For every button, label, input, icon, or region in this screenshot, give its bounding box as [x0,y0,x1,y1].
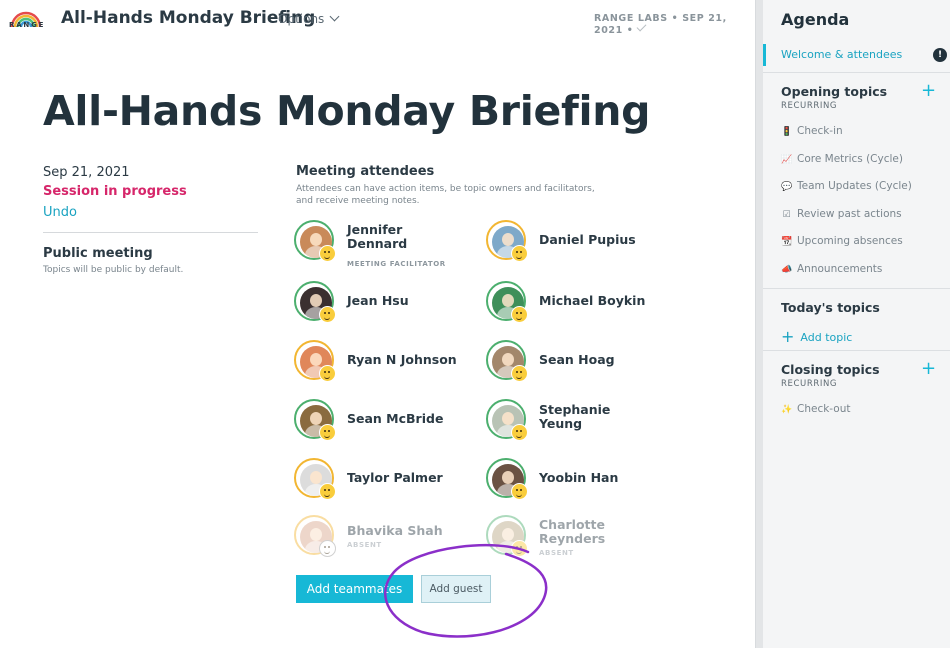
emoji-status-icon [319,365,336,382]
checkbox-icon: ☑ [782,210,791,220]
attendee-role: ABSENT [347,541,382,549]
agenda-item-absences[interactable]: 📆 Upcoming absences [781,235,903,247]
options-label: Options [278,12,325,26]
attendee-role: MEETING FACILITATOR [347,260,446,268]
logo-text: RANGE [9,21,46,29]
meeting-page: All-Hands Monday Briefing Sep 21, 2021 S… [0,42,755,648]
agenda-item-label: Announcements [797,263,883,275]
emoji-status-icon [319,483,336,500]
calendar-icon: 📆 [781,237,793,247]
add-closing-topic-icon[interactable]: + [921,360,936,378]
attendee-card[interactable]: Jennifer Dennard MEETING FACILITATOR [294,220,474,270]
agenda-title: Agenda [781,10,850,29]
attendee-card[interactable]: Stephanie Yeung [486,399,666,449]
attendee-card[interactable]: Taylor Palmer [294,458,474,508]
agenda-item-welcome[interactable]: Welcome & attendees [781,48,902,61]
speech-bubble-icon: 💬 [781,182,793,192]
todays-topics-title[interactable]: Today's topics [781,300,880,315]
attendee-card[interactable]: Charlotte Reynders ABSENT [486,515,666,565]
attendee-name: Ryan N Johnson [347,352,457,367]
megaphone-icon: 📣 [781,265,793,275]
recurring-label: RECURRING [781,379,838,389]
add-teammates-button[interactable]: Add teammates [296,575,413,603]
top-bar: RANGE All-Hands Monday Briefing Options … [0,0,755,42]
attendee-card[interactable]: Ryan N Johnson [294,340,474,390]
agenda-sidebar: Agenda Welcome & attendees ! Opening top… [763,0,950,648]
page-title: All-Hands Monday Briefing [43,87,651,135]
emoji-status-icon [319,424,336,441]
attendee-name: Michael Boykin [539,293,646,308]
plus-icon: + [781,327,795,346]
meeting-meta: RANGE LABS • SEP 21, 2021 • [594,13,755,36]
agenda-item-label: Check-out [797,403,851,415]
emoji-status-icon [511,483,528,500]
add-guest-button[interactable]: Add guest [421,575,491,603]
divider [763,350,950,351]
attendee-name: Charlotte Reynders [539,517,606,546]
closing-topics-title[interactable]: Closing topics [781,362,880,377]
attendee-role: ABSENT [539,549,574,557]
meta-text: RANGE LABS • SEP 21, 2021 • [594,13,727,36]
chart-icon: 📈 [781,155,793,165]
attendee-card[interactable]: Daniel Pupius [486,220,666,270]
attendees-title: Meeting attendees [296,164,435,179]
add-topic-label: Add topic [800,331,853,344]
attendee-card[interactable]: Sean McBride [294,399,474,449]
emoji-status-icon [511,540,528,557]
public-meeting-title: Public meeting [43,246,153,261]
attendees-desc: Attendees can have action items, be topi… [296,184,595,206]
attendee-name: Jean Hsu [347,293,409,308]
emoji-status-icon [319,306,336,323]
emoji-status-icon [511,365,528,382]
attendee-card[interactable]: Bhavika Shah ABSENT [294,515,474,565]
session-status: Session in progress [43,184,187,199]
emoji-status-icon [511,306,528,323]
attendee-name: Sean McBride [347,411,444,426]
scrollbar[interactable] [755,0,763,648]
attendee-card[interactable]: Jean Hsu [294,281,474,331]
attendee-card[interactable]: Yoobin Han [486,458,666,508]
attendee-name: Bhavika Shah [347,523,443,538]
chevron-down-icon [329,11,340,22]
emoji-status-icon [511,245,528,262]
recurring-label: RECURRING [781,101,838,111]
divider [763,288,950,289]
agenda-item-announcements[interactable]: 📣 Announcements [781,263,882,275]
agenda-item-team-updates[interactable]: 💬 Team Updates (Cycle) [781,180,912,192]
agenda-item-check-in[interactable]: 🚦 Check-in [781,125,843,137]
agenda-item-label: Check-in [797,125,843,137]
add-opening-topic-icon[interactable]: + [921,82,936,100]
agenda-item-check-out[interactable]: ✨ Check-out [781,403,850,415]
agenda-item-label: Upcoming absences [797,235,903,247]
divider [763,72,950,73]
sparkles-icon: ✨ [781,405,793,415]
agenda-item-core-metrics[interactable]: 📈 Core Metrics (Cycle) [781,153,903,165]
opening-topics-title[interactable]: Opening topics [781,84,887,99]
agenda-item-label: Team Updates (Cycle) [797,180,912,192]
attendee-name: Jennifer Dennard [347,222,408,251]
emoji-status-icon [511,424,528,441]
attendee-name: Sean Hoag [539,352,615,367]
attendee-card[interactable]: Sean Hoag [486,340,666,390]
public-meeting-desc: Topics will be public by default. [43,265,184,275]
clock-icon [319,540,336,557]
agenda-item-label: Review past actions [797,208,902,220]
alert-icon: ! [933,48,947,62]
meeting-date: Sep 21, 2021 [43,165,130,180]
attendee-name: Taylor Palmer [347,470,443,485]
attendee-name: Yoobin Han [539,470,619,485]
add-topic-link[interactable]: + Add topic [781,326,853,346]
undo-link[interactable]: Undo [43,205,77,220]
check-icon[interactable] [636,21,647,32]
agenda-item-label: Core Metrics (Cycle) [797,153,903,165]
attendee-name: Stephanie Yeung [539,402,611,431]
active-indicator [763,44,766,66]
attendee-card[interactable]: Michael Boykin [486,281,666,331]
options-dropdown[interactable]: Options [278,11,340,26]
emoji-status-icon [319,245,336,262]
agenda-item-review-actions[interactable]: ☑ Review past actions [781,208,902,220]
attendee-name: Daniel Pupius [539,232,636,247]
divider [43,232,258,233]
traffic-light-icon: 🚦 [781,127,793,137]
